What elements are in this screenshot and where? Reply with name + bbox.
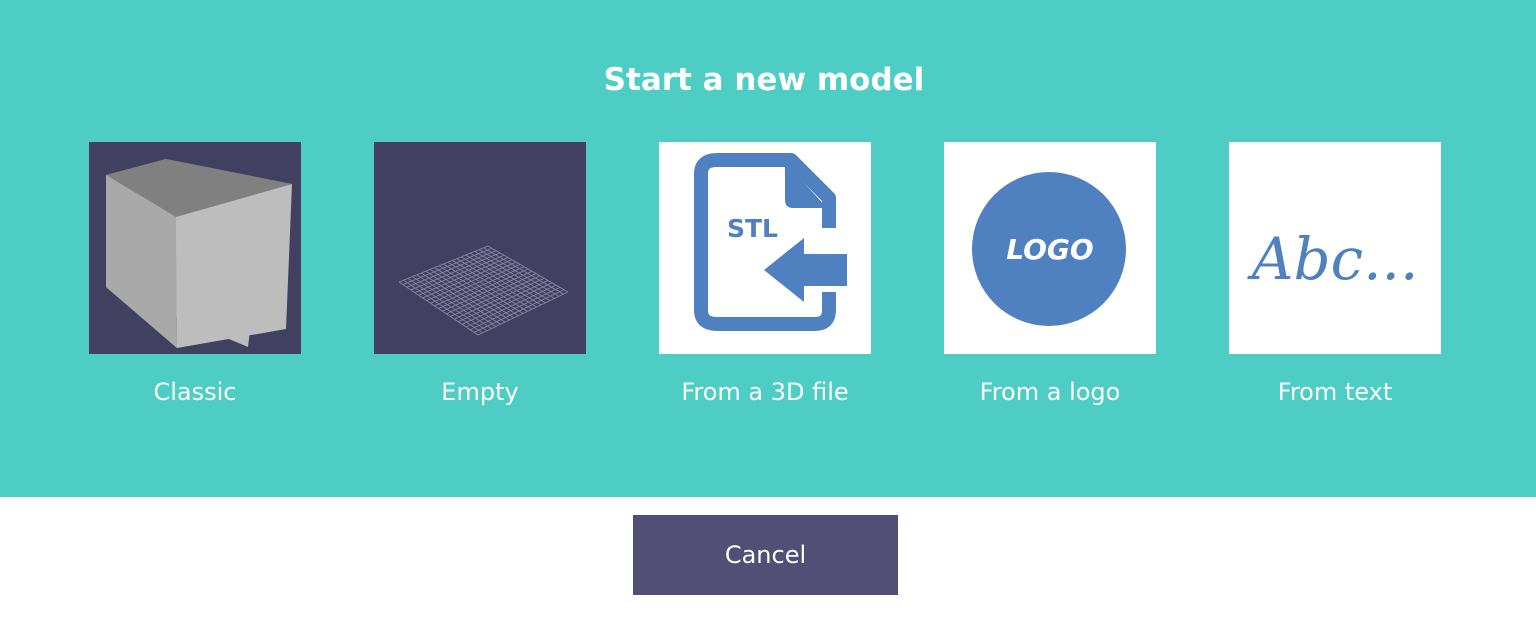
option-classic-label: Classic: [153, 378, 237, 406]
option-from-text-label: From text: [1277, 378, 1393, 406]
new-model-panel: Start a new model Classic Empty STL From…: [0, 0, 1536, 497]
grid-plane-icon: [374, 142, 586, 354]
option-from-3d-file-label: From a 3D file: [681, 378, 849, 406]
cube-icon: [89, 142, 301, 354]
logo-label: LOGO: [1006, 233, 1093, 266]
option-from-logo-label: From a logo: [979, 378, 1121, 406]
stl-file-import-icon: STL: [659, 142, 871, 354]
logo-circle-icon: LOGO: [944, 142, 1156, 354]
script-sample-text: Abc...: [1247, 225, 1419, 293]
option-from-logo[interactable]: LOGO From a logo: [944, 142, 1156, 406]
option-empty-thumbnail[interactable]: [374, 142, 586, 354]
option-from-text-thumbnail[interactable]: Abc...: [1229, 142, 1441, 354]
cancel-button[interactable]: Cancel: [633, 515, 898, 595]
text-script-icon: Abc...: [1229, 142, 1441, 354]
stl-label: STL: [727, 214, 778, 243]
option-empty-label: Empty: [441, 378, 519, 406]
option-empty[interactable]: Empty: [374, 142, 586, 406]
option-classic-thumbnail[interactable]: [89, 142, 301, 354]
option-from-logo-thumbnail[interactable]: LOGO: [944, 142, 1156, 354]
option-from-3d-file[interactable]: STL From a 3D file: [659, 142, 871, 406]
option-from-3d-file-thumbnail[interactable]: STL: [659, 142, 871, 354]
option-classic[interactable]: Classic: [89, 142, 301, 406]
dialog-title: Start a new model: [603, 62, 925, 98]
option-from-text[interactable]: Abc... From text: [1229, 142, 1441, 406]
